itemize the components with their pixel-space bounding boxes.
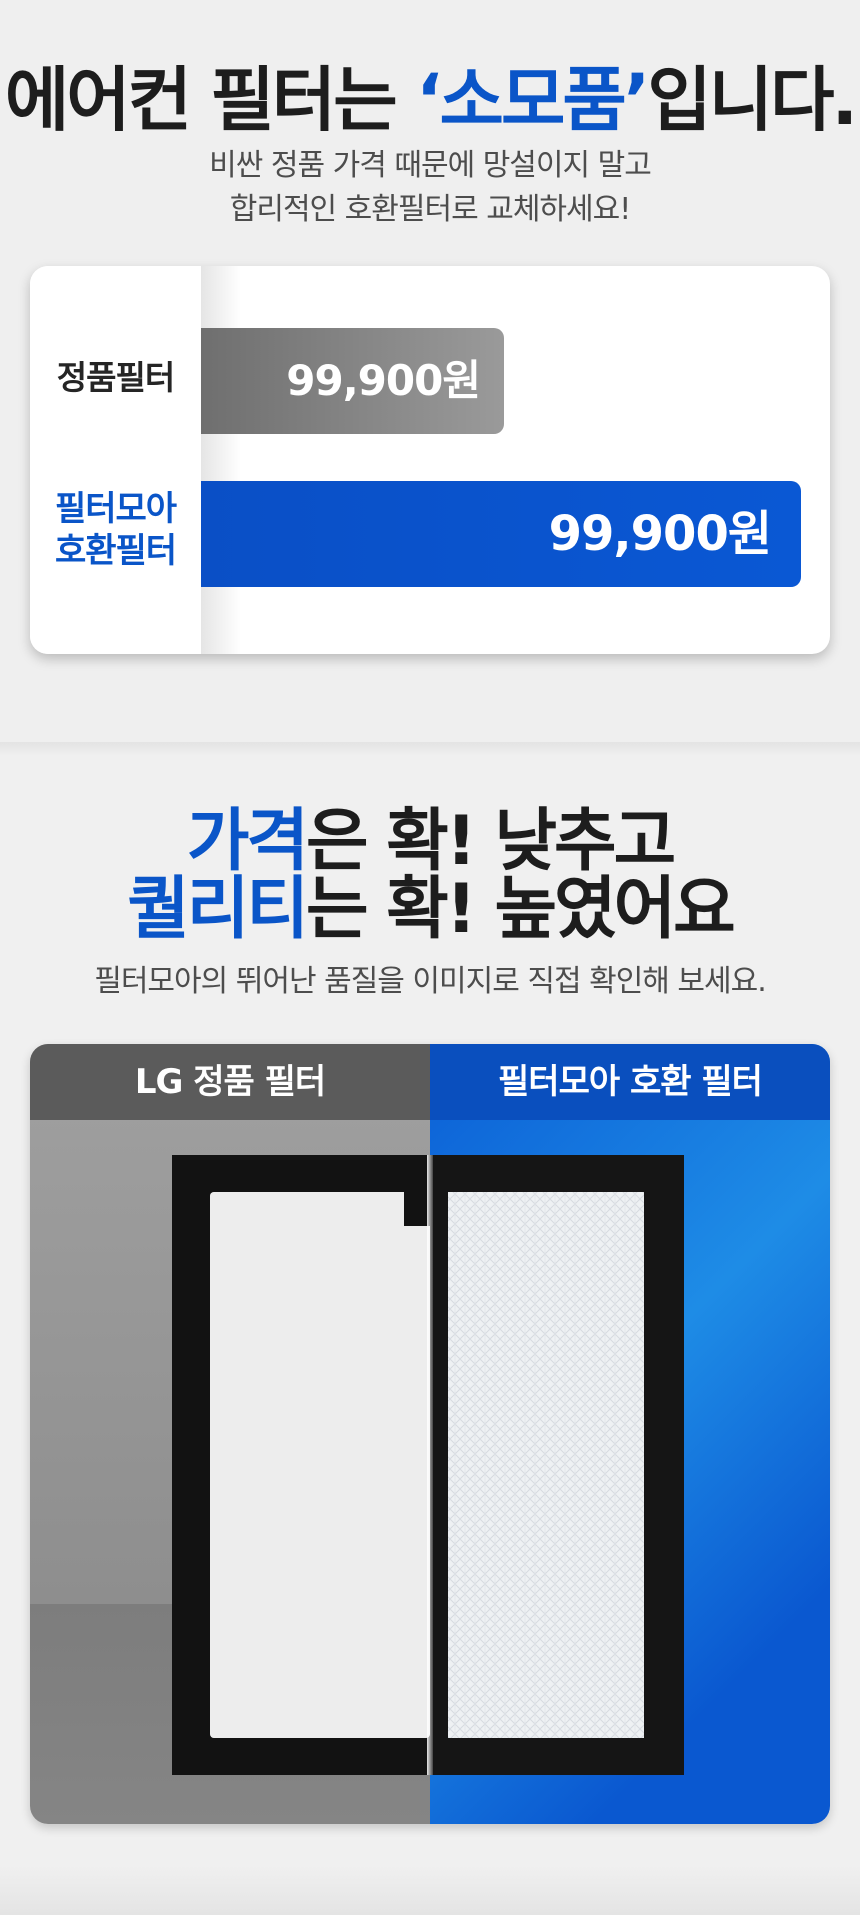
split-line [427, 1155, 433, 1775]
quality-line2-rest: 는 확! 높였어요 [305, 870, 736, 949]
hero-section: 에어컨 필터는 ‘소모품’입니다. 비싼 정품 가격 때문에 망설이지 말고 합… [0, 0, 860, 742]
hero-subtitle-line1: 비싼 정품 가격 때문에 망설이지 말고 [209, 148, 652, 183]
quality-subtitle: 필터모아의 뛰어난 품질을 이미지로 직접 확인해 보세요. [94, 964, 767, 999]
headline-post: 입니다. [647, 59, 858, 141]
moa-filter-label: 필터모아 호환필터 [30, 488, 201, 572]
quality-headline-line1: 가격은 확! 낮추고 [0, 804, 860, 880]
quality-line2-highlight: 퀄리티 [127, 870, 309, 949]
headline-highlight: ‘소모품’ [415, 59, 650, 141]
genuine-filter-label: 정품필터 [56, 358, 175, 397]
label-column [30, 266, 201, 654]
genuine-filter-notch [404, 1184, 430, 1226]
moa-filter-header: 필터모아 호환 필터 [430, 1044, 830, 1120]
genuine-price-bar: 99,900원 [201, 328, 504, 434]
moa-label-line1: 필터모아 [54, 489, 177, 529]
genuine-filter-header: LG 정품 필터 [30, 1044, 430, 1120]
filter-comparison-panel: LG 정품 필터 필터모아 호환 필터 [30, 1044, 830, 1824]
quality-headline-line2: 퀄리티는 확! 높였어요 [0, 872, 860, 948]
hero-subtitle-line2: 합리적인 호환필터로 교체하세요! [229, 192, 632, 227]
divider-shadow [201, 266, 241, 654]
filter-photo [172, 1155, 684, 1775]
price-comparison-card: 정품필터 필터모아 호환필터 99,900원 99,900원 [30, 266, 830, 654]
headline-pre: 에어컨 필터는 [4, 59, 416, 141]
moa-price-bar: 99,900원 [201, 481, 801, 587]
hero-headline: 에어컨 필터는 ‘소모품’입니다. [0, 58, 860, 142]
moa-label-line2: 호환필터 [54, 531, 177, 571]
